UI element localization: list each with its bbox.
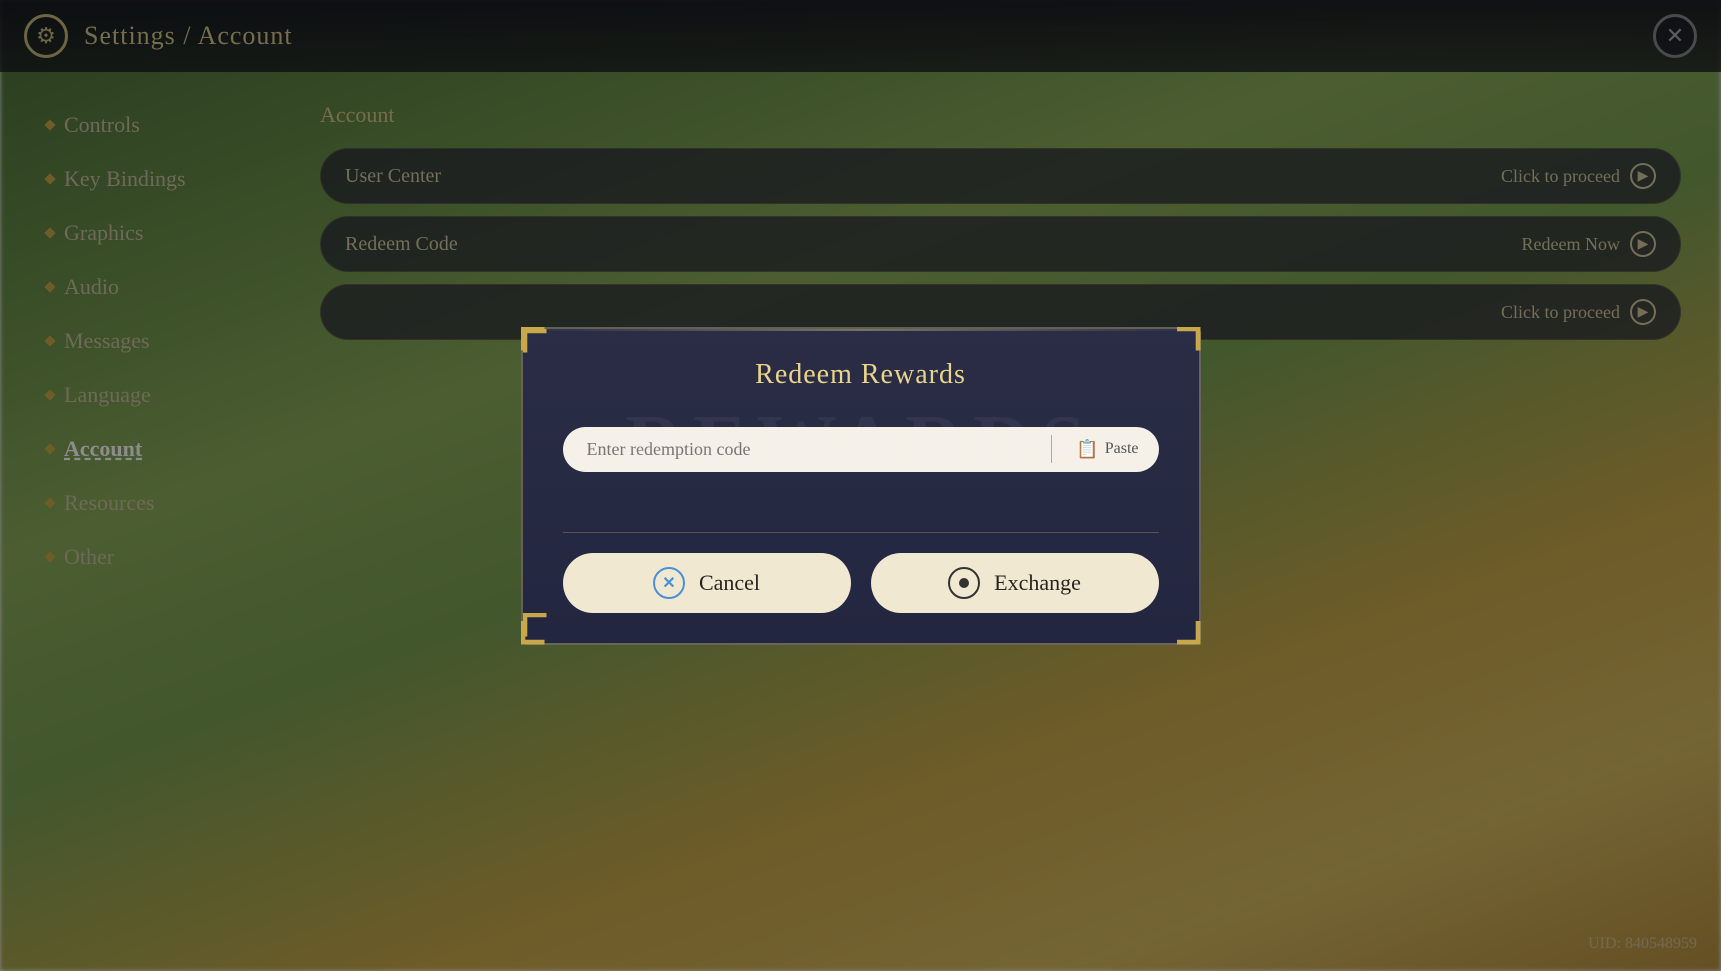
paste-button[interactable]: 📋 Paste	[1060, 431, 1154, 468]
dialog-body: 📋 Paste	[523, 407, 1199, 522]
paste-icon: 📋	[1076, 439, 1098, 460]
corner-bl-decoration	[521, 621, 545, 645]
exchange-o-icon	[948, 567, 980, 599]
cancel-button[interactable]: ✕ Cancel	[563, 553, 851, 613]
input-divider	[1051, 435, 1052, 463]
dialog-buttons: ✕ Cancel Exchange	[523, 543, 1199, 613]
corner-br-decoration	[1177, 621, 1201, 645]
dialog-bottom-divider	[563, 532, 1159, 533]
redemption-input-row[interactable]: 📋 Paste	[563, 427, 1159, 472]
exchange-button[interactable]: Exchange	[871, 553, 1159, 613]
redeem-dialog: Redeem Rewards REWARDS 📋 Paste ✕ Cancel …	[521, 327, 1201, 645]
dialog-title: Redeem Rewards	[523, 331, 1199, 407]
redemption-code-input[interactable]	[587, 439, 1044, 460]
cancel-x-icon: ✕	[653, 567, 685, 599]
